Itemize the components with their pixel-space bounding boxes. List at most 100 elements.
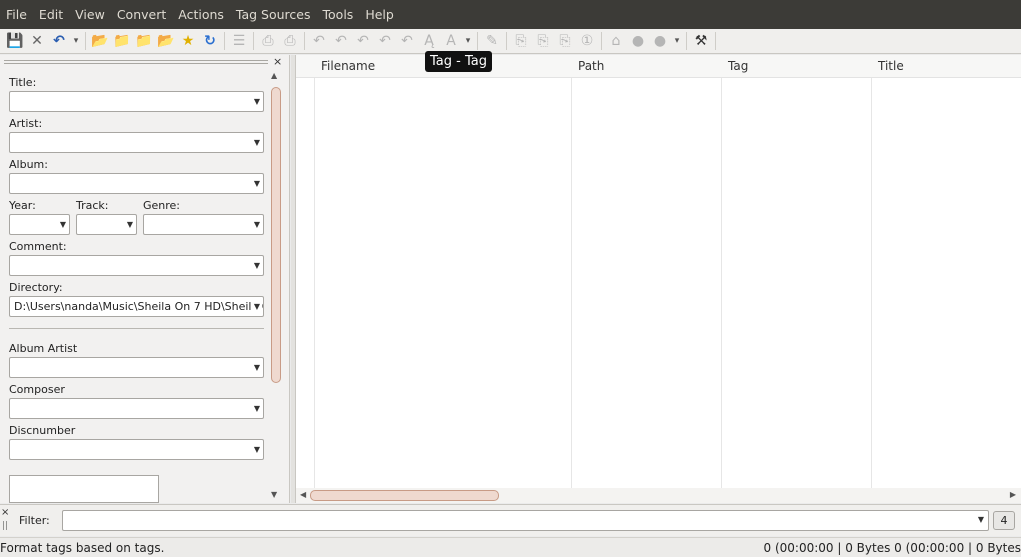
scrollbar-thumb[interactable] (310, 490, 499, 501)
playlist-icon[interactable]: ☰ (228, 30, 250, 52)
chevron-down-icon[interactable]: ▼ (254, 440, 260, 459)
menu-convert[interactable]: Convert (111, 0, 172, 29)
chevron-down-icon[interactable]: ▼ (127, 215, 133, 234)
track-label: Track: (76, 199, 109, 212)
print-preview-icon[interactable]: ⎙ (279, 30, 301, 52)
column-filename[interactable]: Filename (321, 59, 375, 73)
menu-tag-sources[interactable]: Tag Sources (230, 0, 317, 29)
filter-count-button[interactable]: 4 (993, 511, 1015, 530)
export-icon[interactable]: ⎘ (510, 30, 532, 52)
web-source-icon[interactable]: ● (627, 30, 649, 52)
menu-edit[interactable]: Edit (33, 0, 69, 29)
favorite-star-icon[interactable]: ★ (177, 30, 199, 52)
chevron-down-icon[interactable]: ▼ (978, 515, 984, 524)
extra-text-field[interactable] (9, 475, 159, 503)
print-icon[interactable]: ⎙ (257, 30, 279, 52)
toolbar-separator (686, 32, 687, 50)
column-path[interactable]: Path (578, 59, 604, 73)
chevron-down-icon[interactable]: ▼ (254, 133, 260, 152)
status-total: 0 (00:00:00 | 0 Bytes (894, 541, 1021, 555)
toolbar-separator (85, 32, 86, 50)
tag-panel-scrollbar[interactable]: ▲ ▼ (269, 69, 283, 499)
folder-up-icon[interactable]: 📁 (133, 30, 155, 52)
autonumber-icon[interactable]: ① (576, 30, 598, 52)
add-directory-icon[interactable]: 📁 (111, 30, 133, 52)
album-artist-combo[interactable]: ▼ (9, 357, 264, 378)
scroll-down-icon[interactable]: ▼ (271, 490, 277, 499)
genre-combo[interactable]: ▼ (143, 214, 264, 235)
year-combo[interactable]: ▼ (9, 214, 70, 235)
scroll-right-icon[interactable]: ▶ (1010, 490, 1016, 499)
panel-grip[interactable] (4, 60, 268, 64)
composer-combo[interactable]: ▼ (9, 398, 264, 419)
export-list-icon[interactable]: ⎘ (554, 30, 576, 52)
album-label: Album: (9, 158, 48, 171)
open-directory-icon[interactable]: 📂 (89, 30, 111, 52)
chevron-down-icon[interactable]: ▼ (254, 399, 260, 418)
filter-input[interactable]: ▼ (62, 510, 989, 531)
filename-tag-icon[interactable]: ↶ (330, 30, 352, 52)
undo-icon[interactable]: ↶ (48, 30, 70, 52)
comment-label: Comment: (9, 240, 67, 253)
export-playlist-icon[interactable]: ⎘ (532, 30, 554, 52)
menu-tools[interactable]: Tools (317, 0, 360, 29)
scroll-left-icon[interactable]: ◀ (300, 490, 306, 499)
chevron-down-icon[interactable]: ▼ (254, 256, 260, 275)
chevron-down-icon[interactable]: ▼ (60, 215, 66, 234)
grip-icon[interactable]: || (2, 521, 8, 531)
chevron-down-icon[interactable]: ▼ (254, 174, 260, 193)
text-file-tag-icon[interactable]: ↶ (374, 30, 396, 52)
refresh-icon[interactable]: ↻ (199, 30, 221, 52)
tag-tag-icon[interactable]: ↶ (396, 30, 418, 52)
freedb-icon[interactable]: ⌂ (605, 30, 627, 52)
close-icon[interactable]: × (273, 55, 282, 68)
column-divider (314, 78, 315, 488)
menu-view[interactable]: View (69, 0, 111, 29)
format-tags-icon[interactable]: Ą (418, 30, 440, 52)
chevron-down-icon[interactable]: ▼ (254, 215, 260, 234)
menu-actions[interactable]: Actions (172, 0, 230, 29)
chevron-down-icon[interactable]: ▼ (251, 297, 260, 316)
web-source-dropdown-icon[interactable]: ▾ (671, 30, 683, 52)
wrench-icon[interactable]: ⚒ (690, 30, 712, 52)
track-combo[interactable]: ▼ (76, 214, 137, 235)
chevron-down-icon[interactable]: ▼ (254, 358, 260, 377)
discnumber-combo[interactable]: ▼ (9, 439, 264, 460)
toolbar: 💾 ✕ ↶ ▾ 📂 📁 📁 📂 ★ ↻ ☰ ⎙ ⎙ ↶ ↶ ↶ ↶ ↶ Ą A … (0, 29, 1021, 54)
remove-icon[interactable]: ✕ (26, 30, 48, 52)
text-case-dropdown-icon[interactable]: ▾ (462, 30, 474, 52)
file-list-hscrollbar[interactable]: ◀ ▶ (296, 488, 1021, 503)
status-message: Format tags based on tags. (0, 541, 165, 555)
column-title[interactable]: Title (878, 59, 904, 73)
save-icon[interactable]: 💾 (4, 30, 26, 52)
scroll-up-icon[interactable]: ▲ (271, 71, 277, 80)
web-source-2-icon[interactable]: ● (649, 30, 671, 52)
scrollbar-thumb[interactable] (271, 87, 281, 383)
browse-folder-icon[interactable]: 📂 (155, 30, 177, 52)
panel-titlebar[interactable]: × (0, 55, 290, 68)
comment-combo[interactable]: ▼ (9, 255, 264, 276)
close-icon[interactable]: × (1, 507, 9, 518)
file-list[interactable]: Filename Path Tag Title ◀ ▶ (295, 55, 1021, 503)
text-case-icon[interactable]: A (440, 30, 462, 52)
chevron-down-icon[interactable]: ▼ (254, 92, 260, 111)
file-list-header: Filename Path Tag Title (296, 55, 1021, 78)
filter-label: Filter: (19, 514, 50, 527)
column-divider (571, 78, 572, 488)
genre-label: Genre: (143, 199, 181, 212)
column-divider (721, 78, 722, 488)
tag-filename-icon[interactable]: ↶ (308, 30, 330, 52)
menu-file[interactable]: File (0, 0, 33, 29)
edit-icon[interactable]: ✎ (481, 30, 503, 52)
composer-label: Composer (9, 383, 65, 396)
album-combo[interactable]: ▼ (9, 173, 264, 194)
toolbar-separator (224, 32, 225, 50)
artist-combo[interactable]: ▼ (9, 132, 264, 153)
filter-bar: × || Filter: ▼ 4 (0, 504, 1021, 536)
undo-dropdown-icon[interactable]: ▾ (70, 30, 82, 52)
menu-help[interactable]: Help (359, 0, 400, 29)
column-tag[interactable]: Tag (728, 59, 748, 73)
filename-filename-icon[interactable]: ↶ (352, 30, 374, 52)
title-combo[interactable]: ▼ (9, 91, 264, 112)
directory-combo[interactable]: D:\Users\nanda\Music\Sheila On 7 HD\Shei… (9, 296, 264, 317)
